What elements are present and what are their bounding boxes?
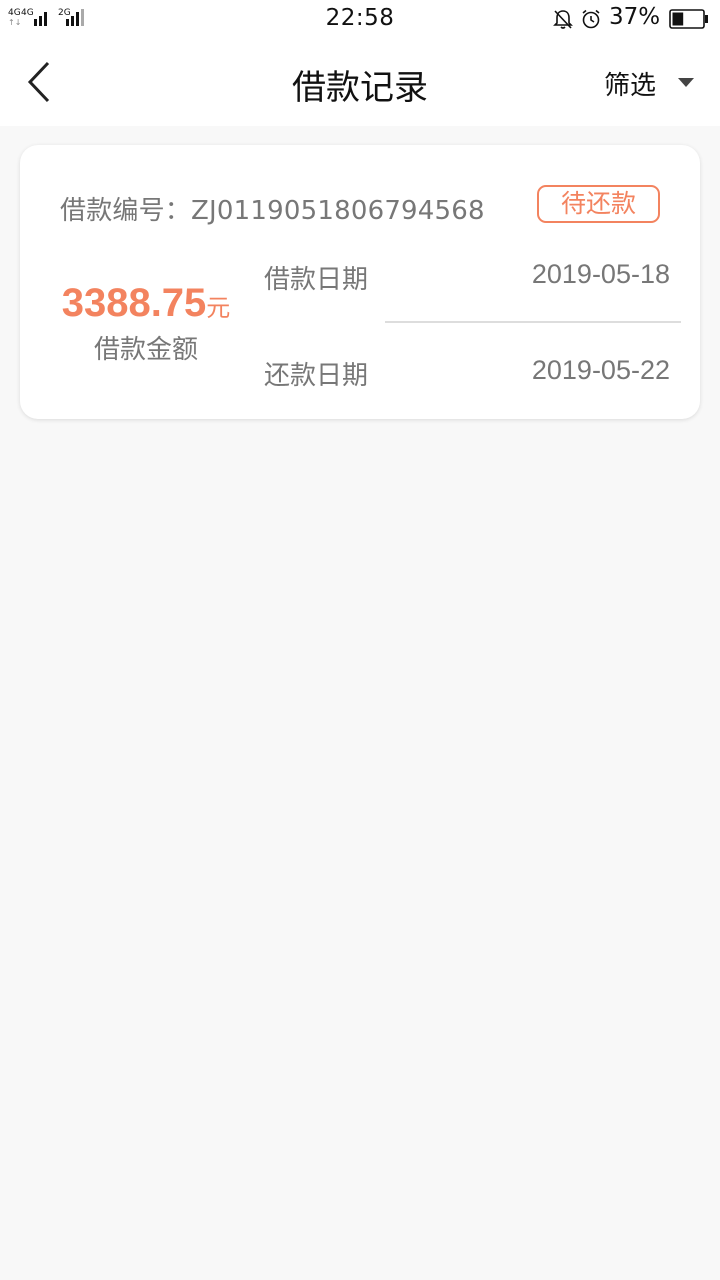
battery-icon: [669, 9, 708, 29]
caret-down-icon: [678, 78, 694, 87]
loan-record-card[interactable]: 借款编号：ZJ0119051806794568 待还款 3388.75元 借款金…: [20, 145, 700, 419]
loan-amount-value: 3388.75: [61, 281, 207, 325]
bell-off-icon: [553, 10, 573, 29]
loan-number-label: 借款编号：: [60, 196, 192, 226]
repay-date-label: 还款日期: [264, 361, 369, 391]
battery-percent: 37%: [609, 4, 661, 30]
loan-amount: 3388.75元: [50, 281, 242, 326]
loan-amount-label: 借款金额: [93, 335, 198, 365]
loan-amount-unit: 元: [206, 294, 231, 322]
filter-button[interactable]: 筛选: [603, 66, 694, 101]
nav-bar: 借款记录 筛选: [0, 38, 720, 126]
alarm-icon: [582, 9, 600, 29]
loan-date-value: 2019-05-18: [531, 259, 670, 289]
filter-label: 筛选: [603, 70, 656, 101]
divider: [385, 321, 681, 323]
loan-number-value: ZJ0119051806794568: [191, 196, 485, 226]
status-bar: 4G 4G ↑↓ 2G 22:58 37%: [0, 0, 720, 38]
loan-number: 借款编号：ZJ0119051806794568: [60, 190, 485, 227]
repay-date-value: 2019-05-22: [531, 355, 670, 385]
loan-date-label: 借款日期: [264, 265, 369, 295]
status-badge: 待还款: [537, 185, 660, 223]
